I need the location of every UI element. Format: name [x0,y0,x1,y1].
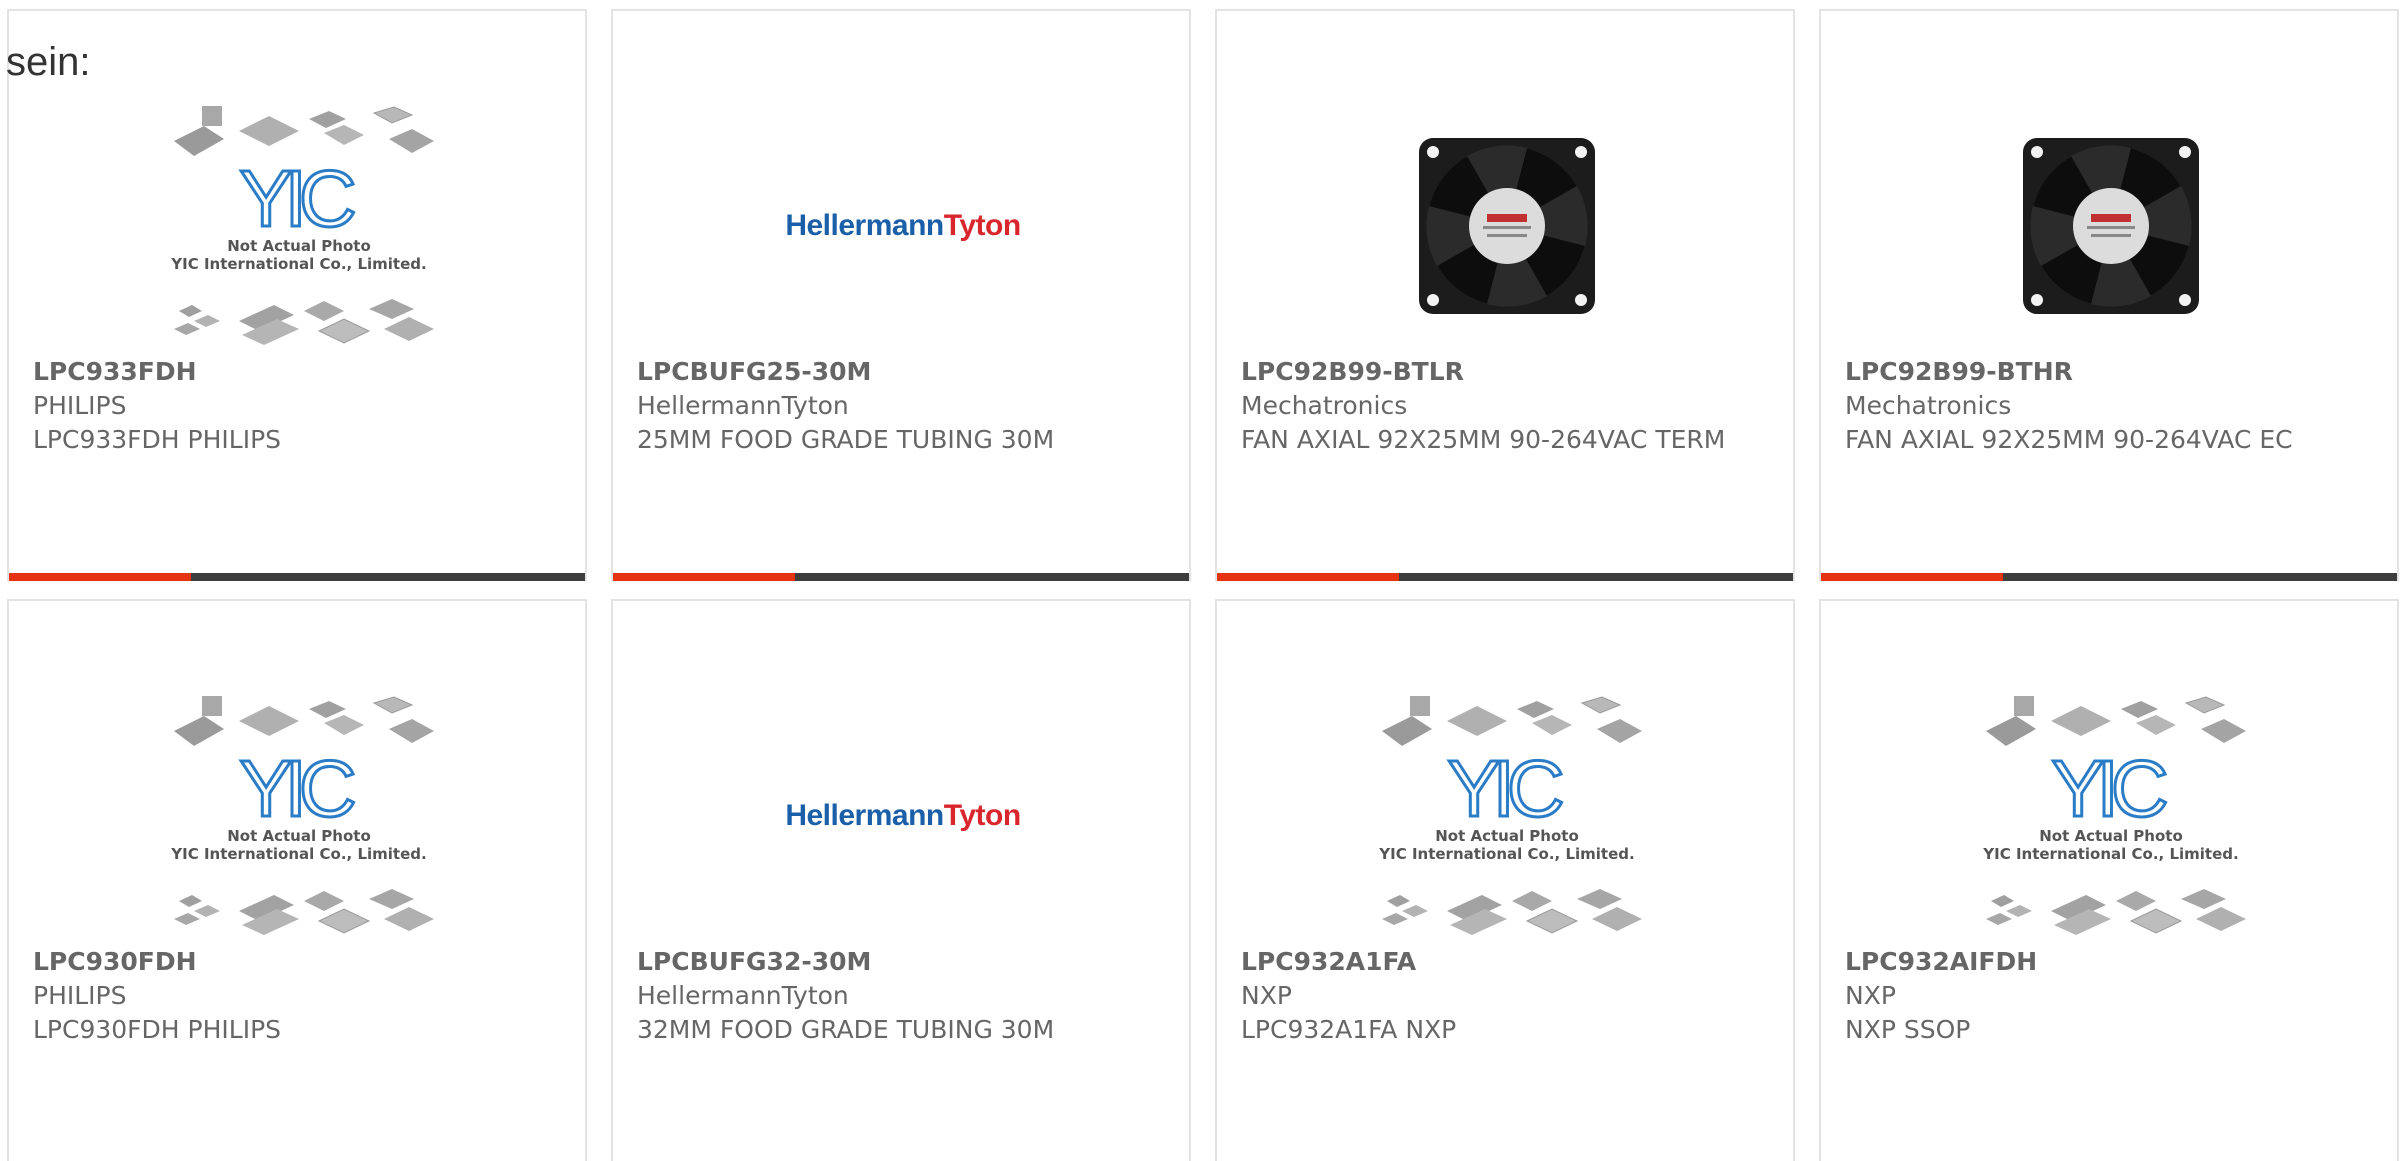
yic-logo: YIC [1447,744,1562,833]
description: NXP SSOP [1845,1015,1971,1044]
placeholder-caption-line2: YIC International Co., Limited. [170,845,426,863]
part-number[interactable]: LPCBUFG25-30M [637,355,1169,389]
placeholder-caption-line1: Not Actual Photo [227,237,371,255]
yic-placeholder-image: YIC Not Actual Photo YIC International C… [170,695,434,936]
part-number[interactable]: LPC92B99-BTLR [1241,355,1773,389]
manufacturer: Mechatronics [1241,391,1408,420]
card-accent-bar [613,573,795,581]
card-bottom-bar [9,573,585,581]
product-image-placeholder[interactable]: HellermannTyton [753,681,1053,951]
product-card[interactable]: YIC Not Actual Photo YIC International C… [7,9,587,581]
description: FAN AXIAL 92X25MM 90-264VAC TERM [1241,425,1726,454]
manufacturer: PHILIPS [33,391,127,420]
card-bottom-bar [613,573,1189,581]
description: FAN AXIAL 92X25MM 90-264VAC EC [1845,425,2293,454]
manufacturer: HellermannTyton [637,391,849,420]
placeholder-caption-line1: Not Actual Photo [227,827,371,845]
product-image-placeholder[interactable] [1357,91,1657,361]
axial-fan-photo [2023,138,2199,314]
placeholder-caption-line2: YIC International Co., Limited. [170,255,426,273]
product-card[interactable]: LPC92B99-BTHR Mechatronics FAN AXIAL 92X… [1819,9,2399,581]
product-image-placeholder[interactable]: YIC Not Actual Photo YIC International C… [1961,681,2261,951]
yic-logo: YIC [239,154,354,243]
manufacturer: HellermannTyton [637,981,849,1010]
intro-text: sein: [6,40,91,84]
card-accent-bar [1217,573,1399,581]
product-image-placeholder[interactable] [1961,91,2261,361]
product-image-placeholder[interactable]: YIC Not Actual Photo YIC International C… [1357,681,1657,951]
product-card[interactable]: YIC Not Actual Photo YIC International C… [1215,599,1795,1161]
manufacturer: PHILIPS [33,981,127,1010]
placeholder-caption-line1: Not Actual Photo [2039,827,2183,845]
description: 32MM FOOD GRADE TUBING 30M [637,1015,1055,1044]
yic-logo: YIC [2051,744,2166,833]
yic-logo: YIC [239,744,354,833]
product-image-placeholder[interactable]: YIC Not Actual Photo YIC International C… [149,681,449,951]
product-card[interactable]: YIC Not Actual Photo YIC International C… [1819,599,2399,1161]
product-card[interactable]: HellermannTyton LPCBUFG25-30M Hellermann… [611,9,1191,581]
part-number[interactable]: LPC932A1FA [1241,945,1773,979]
product-card[interactable]: HellermannTyton LPCBUFG32-30M Hellermann… [611,599,1191,1161]
card-bottom-bar [1217,573,1793,581]
card-accent-bar [9,573,191,581]
part-number[interactable]: LPC932AIFDH [1845,945,2377,979]
description: LPC933FDH PHILIPS [33,425,282,454]
description: 25MM FOOD GRADE TUBING 30M [637,425,1055,454]
part-number[interactable]: LPCBUFG32-30M [637,945,1169,979]
yic-placeholder-image: YIC Not Actual Photo YIC International C… [170,105,434,346]
product-image-placeholder[interactable]: HellermannTyton [753,91,1053,361]
yic-placeholder-image: YIC Not Actual Photo YIC International C… [1378,695,1642,936]
product-card[interactable]: YIC Not Actual Photo YIC International C… [7,599,587,1161]
part-number[interactable]: LPC930FDH [33,945,565,979]
card-accent-bar [1821,573,2003,581]
part-number[interactable]: LPC92B99-BTHR [1845,355,2377,389]
product-image-placeholder[interactable]: YIC Not Actual Photo YIC International C… [149,91,449,361]
hellermanntyton-logo: HellermannTyton [785,799,1021,832]
description: LPC932A1FA NXP [1241,1015,1457,1044]
card-bottom-bar [1821,573,2397,581]
placeholder-caption-line2: YIC International Co., Limited. [1982,845,2238,863]
axial-fan-photo [1419,138,1595,314]
manufacturer: Mechatronics [1845,391,2012,420]
manufacturer: NXP [1241,981,1292,1010]
manufacturer: NXP [1845,981,1896,1010]
placeholder-caption-line2: YIC International Co., Limited. [1378,845,1634,863]
description: LPC930FDH PHILIPS [33,1015,282,1044]
yic-placeholder-image: YIC Not Actual Photo YIC International C… [1982,695,2246,936]
part-number[interactable]: LPC933FDH [33,355,565,389]
placeholder-caption-line1: Not Actual Photo [1435,827,1579,845]
hellermanntyton-logo: HellermannTyton [785,209,1021,242]
product-card[interactable]: LPC92B99-BTLR Mechatronics FAN AXIAL 92X… [1215,9,1795,581]
